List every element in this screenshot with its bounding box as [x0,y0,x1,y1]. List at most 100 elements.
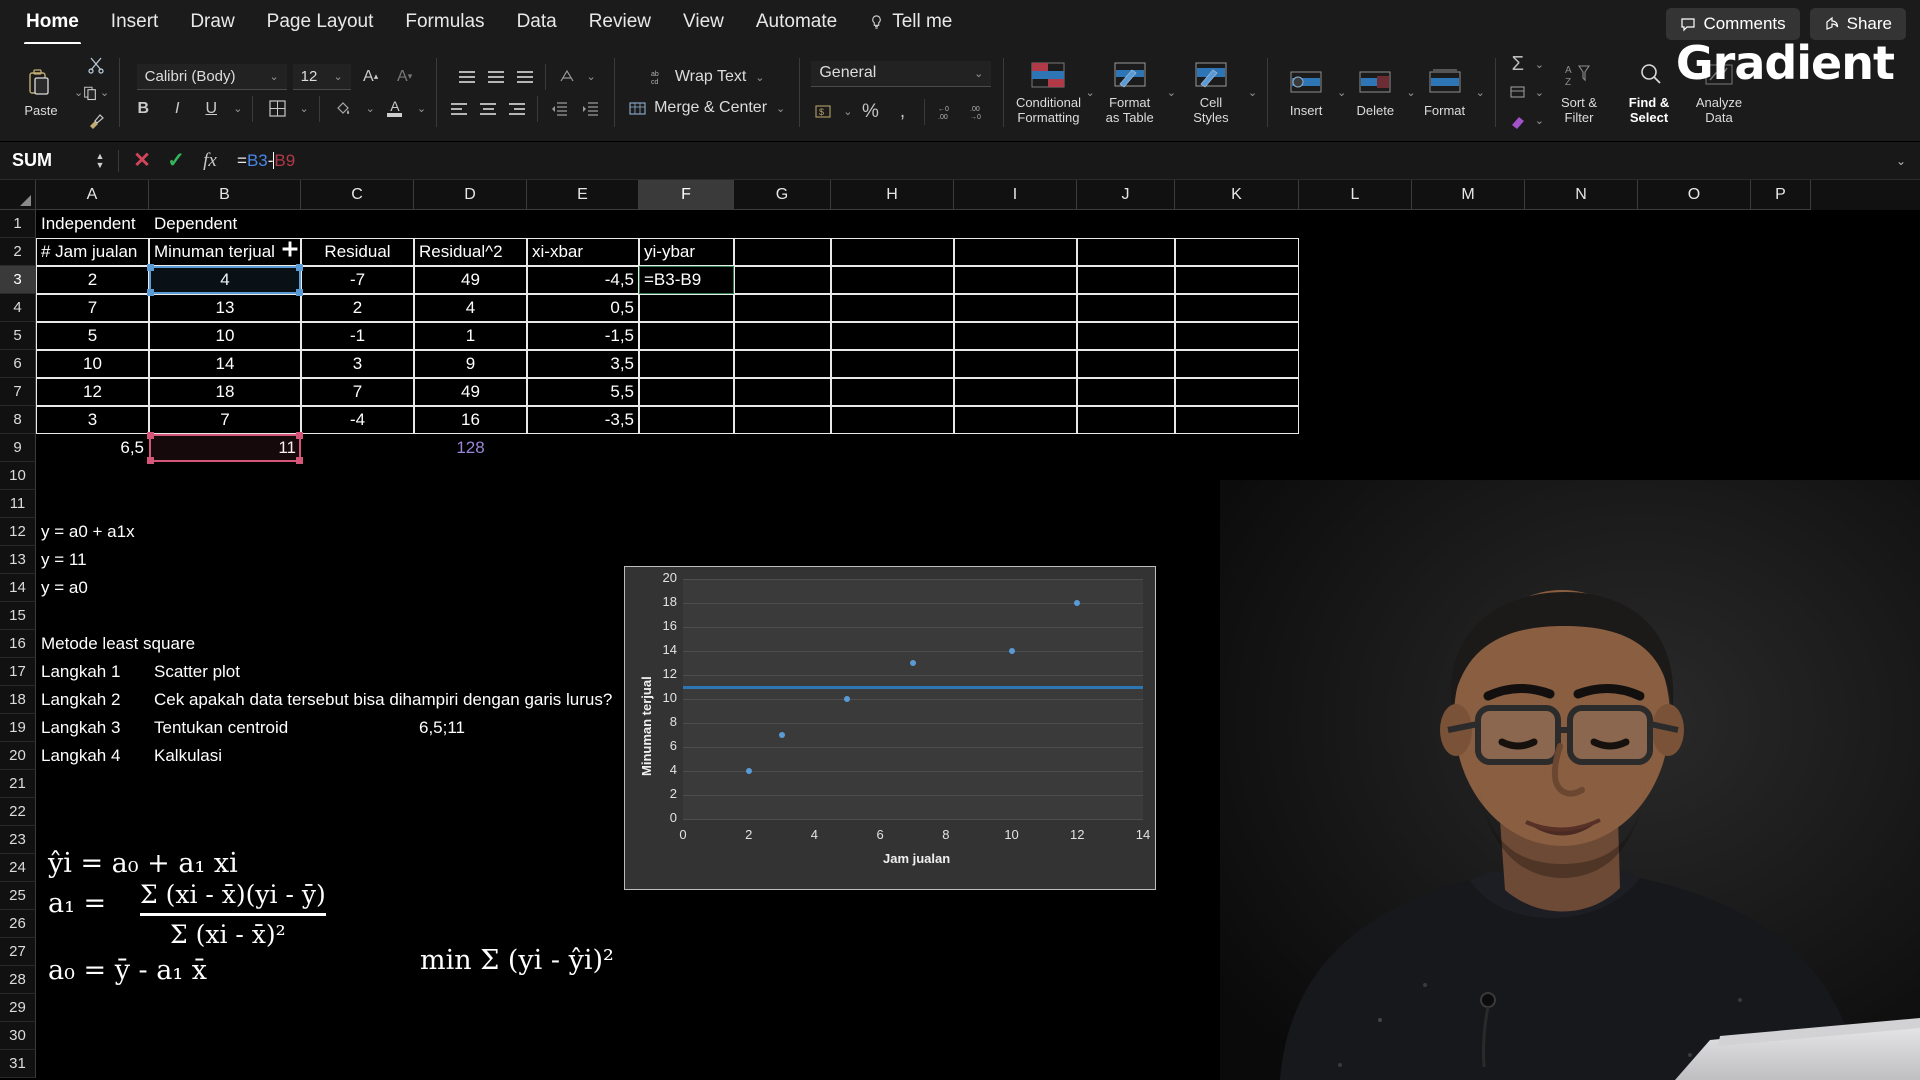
cell-E3[interactable]: -4,5 [527,266,639,294]
clear-button[interactable] [1505,109,1531,133]
cell-A20[interactable]: Langkah 4 [36,742,149,770]
row-header-4[interactable]: 4 [0,294,36,322]
align-right-button[interactable] [504,97,530,121]
row-header-15[interactable]: 15 [0,602,36,630]
font-color-chevron-down-icon[interactable]: ⌄ [417,102,426,115]
cell-B20[interactable]: Kalkulasi [149,742,301,770]
row-header-24[interactable]: 24 [0,854,36,882]
bold-button[interactable]: B [129,96,157,122]
delete-cells-button[interactable]: Delete [1346,68,1404,118]
row-header-23[interactable]: 23 [0,826,36,854]
scatter-chart[interactable]: 0 2 4 6 8 10 12 14 16 18 20 0 2 4 6 8 10 12 14 Minuman te… [624,566,1156,890]
cell-E6[interactable]: 3,5 [527,350,639,378]
row-header-20[interactable]: 20 [0,742,36,770]
cell-A13[interactable]: y = 11 [36,546,149,574]
cell-C5[interactable]: -1 [301,322,414,350]
row-header-9[interactable]: 9 [0,434,36,462]
delete-cells-chevron-down-icon[interactable]: ⌄ [1406,86,1415,99]
font-color-button[interactable]: A [381,96,409,122]
row-header-13[interactable]: 13 [0,546,36,574]
row-header-5[interactable]: 5 [0,322,36,350]
wrap-text-chevron-down-icon[interactable]: ⌄ [755,71,764,84]
cell-B19[interactable]: Tentukan centroid [149,714,301,742]
cell-A1[interactable]: Independent [36,210,149,238]
cell-E8[interactable]: -3,5 [527,406,639,434]
cell-A17[interactable]: Langkah 1 [36,658,149,686]
increase-indent-button[interactable] [576,96,604,122]
fill-color-button[interactable] [330,96,358,122]
cell-D8[interactable]: 16 [414,406,527,434]
insert-cells-chevron-down-icon[interactable]: ⌄ [1337,86,1346,99]
cell-C6[interactable]: 3 [301,350,414,378]
cell-C4[interactable]: 2 [301,294,414,322]
wrap-text-button[interactable]: ab cd Wrap Text ⌄ [645,65,769,90]
cell-D4[interactable]: 4 [414,294,527,322]
cell-D2[interactable]: Residual^2 [414,238,527,266]
cell-D9[interactable]: 128 [414,434,527,462]
row-header-10[interactable]: 10 [0,462,36,490]
conditional-formatting-chevron-down-icon[interactable]: ⌄ [1085,86,1094,99]
number-format-select[interactable]: General ⌄ [811,60,992,87]
format-as-table-chevron-down-icon[interactable]: ⌄ [1167,86,1176,99]
cell-E7[interactable]: 5,5 [527,378,639,406]
font-size-select[interactable]: 12 ⌄ [292,63,351,90]
cell-A5[interactable]: 5 [36,322,149,350]
number-format-chevron-down-icon[interactable]: ⌄ [974,67,983,80]
cell-A18[interactable]: Langkah 2 [36,686,149,714]
cell-B5[interactable]: 10 [149,322,301,350]
accounting-chevron-down-icon[interactable]: ⌄ [843,105,852,118]
row-header-1[interactable]: 1 [0,210,36,238]
cancel-formula-button[interactable]: ✕ [125,148,159,173]
borders-chevron-down-icon[interactable]: ⌄ [299,102,308,115]
cell-D6[interactable]: 9 [414,350,527,378]
fill-chevron-down-icon[interactable]: ⌄ [1535,86,1544,99]
cell-B4[interactable]: 13 [149,294,301,322]
menu-item-review[interactable]: Review [573,5,667,39]
menu-item-automate[interactable]: Automate [740,5,853,39]
orientation-chevron-down-icon[interactable]: ⌄ [586,70,595,83]
autosum-button[interactable]: Σ [1505,53,1531,77]
find-select-button[interactable]: Find & Select [1614,60,1684,125]
underline-button[interactable]: U [197,96,225,122]
increase-font-size-button[interactable]: A ▴ [357,64,385,90]
column-header-p[interactable]: P [1751,180,1811,210]
autosum-chevron-down-icon[interactable]: ⌄ [1535,58,1544,71]
cell-D7[interactable]: 49 [414,378,527,406]
cell-D3[interactable]: 49 [414,266,527,294]
formula-reference-box-b9[interactable] [147,432,303,464]
cell-C8[interactable]: -4 [301,406,414,434]
format-cells-chevron-down-icon[interactable]: ⌄ [1476,86,1485,99]
menu-item-home[interactable]: Home [10,5,95,45]
cell-D5[interactable]: 1 [414,322,527,350]
row-header-8[interactable]: 8 [0,406,36,434]
column-header-b[interactable]: B [149,180,301,210]
cell-E5[interactable]: -1,5 [527,322,639,350]
orientation-button[interactable] [553,64,581,90]
merge-center-chevron-down-icon[interactable]: ⌄ [776,102,785,115]
cell-A9[interactable]: 6,5 [36,434,149,462]
row-header-31[interactable]: 31 [0,1050,36,1078]
paste-button[interactable]: Paste [10,68,72,118]
cell-styles-chevron-down-icon[interactable]: ⌄ [1248,86,1257,99]
insert-function-button[interactable]: fx [193,150,227,172]
increase-decimal-button[interactable]: ←0.00 [933,100,961,124]
insert-cells-button[interactable]: Insert [1277,68,1335,118]
name-box-spinner[interactable]: ▲ ▼ [88,151,112,170]
row-header-28[interactable]: 28 [0,966,36,994]
cell-C3[interactable]: -7 [301,266,414,294]
column-header-k[interactable]: K [1175,180,1299,210]
fill-button[interactable] [1505,81,1531,105]
menu-item-formulas[interactable]: Formulas [389,5,500,39]
active-cell-selection-b3[interactable] [147,264,303,296]
align-top-button[interactable] [454,65,480,89]
cell-B6[interactable]: 14 [149,350,301,378]
cell-A6[interactable]: 10 [36,350,149,378]
column-header-j[interactable]: J [1077,180,1175,210]
row-header-21[interactable]: 21 [0,770,36,798]
font-name-chevron-down-icon[interactable]: ⌄ [269,70,278,83]
cell-C2[interactable]: Residual [301,238,414,266]
accounting-format-button[interactable]: $ [809,100,837,124]
clear-chevron-down-icon[interactable]: ⌄ [1535,114,1544,127]
cell-styles-button[interactable]: Cell Styles [1176,60,1246,125]
align-center-button[interactable] [475,97,501,121]
